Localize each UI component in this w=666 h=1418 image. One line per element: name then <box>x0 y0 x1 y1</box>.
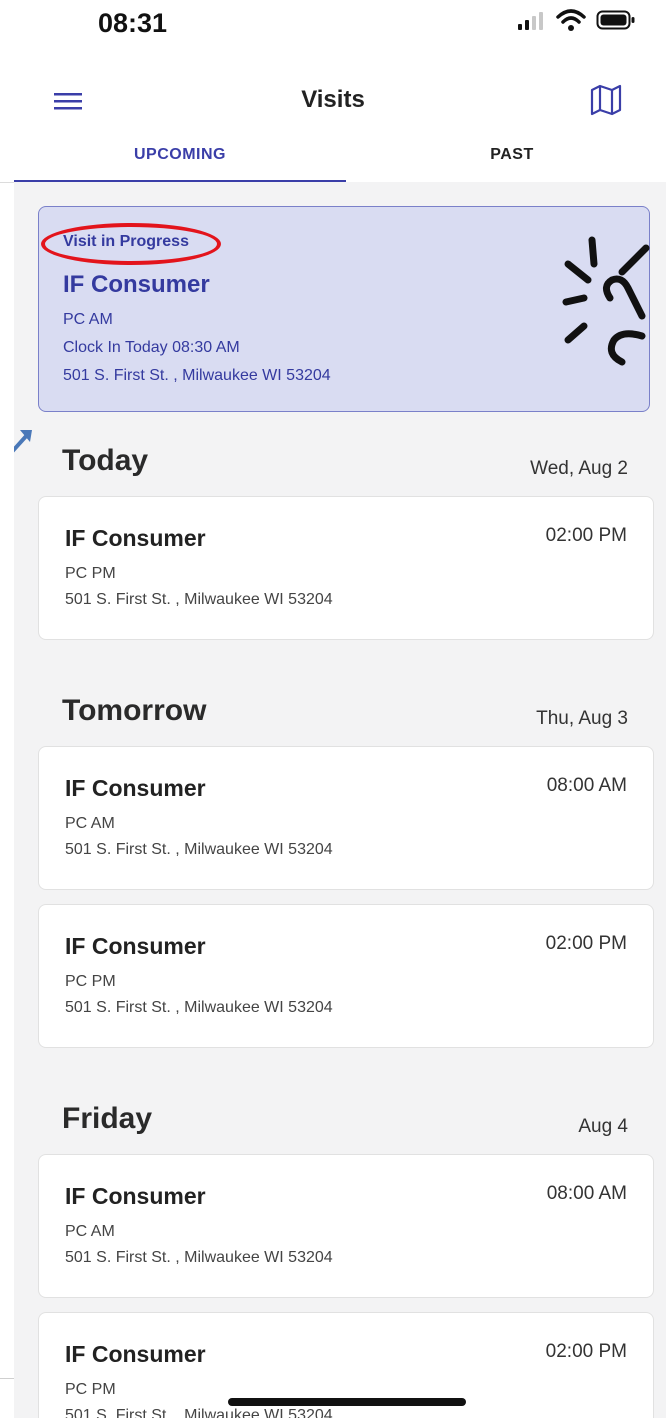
visit-address: 501 S. First St. , Milwaukee WI 53204 <box>65 999 333 1016</box>
visit-card[interactable]: IF Consumer 08:00 AM PC AM 501 S. First … <box>38 1154 654 1298</box>
status-icons <box>516 8 636 32</box>
section-date-friday: Aug 4 <box>578 1116 628 1137</box>
visit-card[interactable]: IF Consumer 02:00 PM PC PM 501 S. First … <box>38 904 654 1048</box>
consumer-name: IF Consumer <box>65 1341 206 1367</box>
visit-time: 08:00 AM <box>546 1183 627 1204</box>
visit-shift: PC PM <box>65 565 116 582</box>
status-time: 08:31 <box>98 8 168 38</box>
visit-tabs: UPCOMING PAST <box>0 132 666 183</box>
visit-shift: PC PM <box>65 1381 116 1398</box>
visit-card[interactable]: IF Consumer 08:00 AM PC AM 501 S. First … <box>38 746 654 890</box>
visit-shift: PC AM <box>65 1223 115 1240</box>
section-date-today: Wed, Aug 2 <box>530 458 628 479</box>
visit-time: 02:00 PM <box>545 933 627 954</box>
status-bar: 08:31 <box>0 0 666 50</box>
map-icon <box>590 84 622 116</box>
visit-card[interactable]: IF Consumer 02:00 PM PC PM 501 S. First … <box>38 496 654 640</box>
visit-in-progress-card[interactable]: Visit in Progress IF Consumer PC AM Cloc… <box>38 206 650 412</box>
tab-upcoming[interactable]: UPCOMING <box>14 146 346 164</box>
visit-time: 08:00 AM <box>546 775 627 796</box>
map-button[interactable] <box>588 82 624 118</box>
visit-address: 501 S. First St. , Milwaukee WI 53204 <box>65 841 333 858</box>
signal-icon <box>518 12 543 30</box>
visit-status-label: Visit in Progress <box>63 233 189 250</box>
visit-address: 501 S. First St. , Milwaukee WI 53204 <box>65 1407 333 1418</box>
consumer-name: IF Consumer <box>65 525 206 551</box>
visit-shift: PC AM <box>63 311 113 328</box>
visit-shift: PC AM <box>65 815 115 832</box>
tap-gesture-icon <box>562 236 650 366</box>
page-title: Visits <box>301 86 365 113</box>
consumer-name: IF Consumer <box>65 775 206 801</box>
divider <box>0 1378 14 1379</box>
clock-in-time: Clock In Today 08:30 AM <box>63 339 240 356</box>
section-header-today: Today <box>62 444 149 477</box>
section-date-tomorrow: Thu, Aug 3 <box>536 708 628 729</box>
wifi-icon <box>556 9 586 31</box>
consumer-name: IF Consumer <box>63 271 210 298</box>
section-header-friday: Friday <box>62 1102 153 1135</box>
visit-time: 02:00 PM <box>545 525 627 546</box>
visit-time: 02:00 PM <box>545 1341 627 1362</box>
consumer-name: IF Consumer <box>65 933 206 959</box>
consumer-name: IF Consumer <box>65 1183 206 1209</box>
visit-list[interactable]: Visit in Progress IF Consumer PC AM Cloc… <box>14 182 666 1418</box>
section-header-tomorrow: Tomorrow <box>62 694 207 727</box>
visit-address: 501 S. First St. , Milwaukee WI 53204 <box>63 367 331 384</box>
tab-past[interactable]: PAST <box>346 146 666 164</box>
visit-address: 501 S. First St. , Milwaukee WI 53204 <box>65 591 333 608</box>
visit-shift: PC PM <box>65 973 116 990</box>
visit-address: 501 S. First St. , Milwaukee WI 53204 <box>65 1249 333 1266</box>
navigation-bar: Visits <box>0 70 666 130</box>
battery-icon <box>596 10 635 30</box>
pointer-arrow-icon <box>14 430 32 453</box>
home-indicator[interactable] <box>228 1398 466 1406</box>
